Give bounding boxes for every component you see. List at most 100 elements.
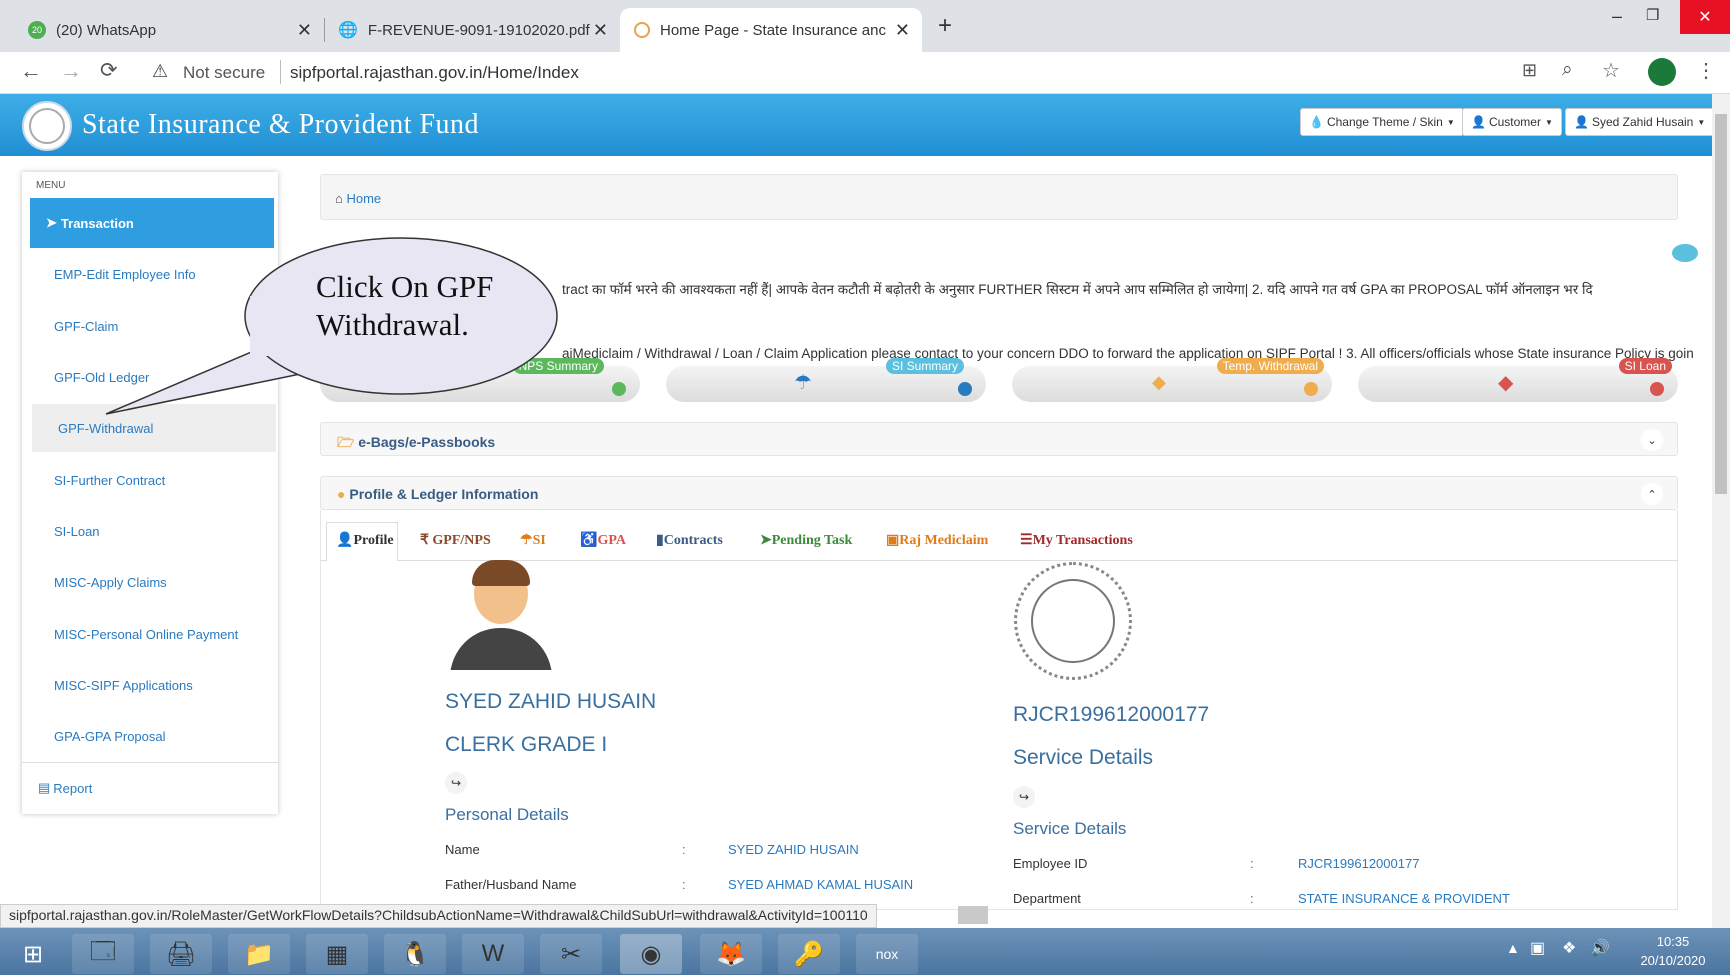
whatsapp-icon: 20 bbox=[28, 21, 46, 39]
tab-contracts[interactable]: ▮Contracts bbox=[656, 532, 723, 549]
change-theme-button[interactable]: 💧 Change Theme / Skin ▼ bbox=[1300, 108, 1464, 136]
close-tab-icon[interactable]: ✕ bbox=[895, 20, 910, 41]
close-window-icon[interactable]: ✕ bbox=[1680, 0, 1730, 34]
employee-name: SYED ZAHID HUSAIN bbox=[445, 690, 657, 713]
droplet-icon: 💧 bbox=[1309, 115, 1324, 129]
medkit-icon: ▣ bbox=[886, 533, 900, 548]
share-icon[interactable]: ↪ bbox=[1013, 786, 1035, 808]
scanner-icon[interactable]: 🖨 bbox=[150, 934, 212, 974]
bookmark-star-icon[interactable]: ☆ bbox=[1602, 58, 1620, 83]
warning-icon[interactable]: ⚠ bbox=[152, 61, 168, 82]
share-icon[interactable]: ↪ bbox=[445, 772, 467, 794]
plus-circle-icon[interactable] bbox=[958, 382, 972, 396]
employee-designation: CLERK GRADE I bbox=[445, 733, 608, 756]
service-details-heading: Service Details bbox=[1013, 819, 1127, 838]
panel-title: ● Profile & Ledger Information bbox=[337, 486, 539, 502]
calculator-icon[interactable]: ▦ bbox=[306, 934, 368, 974]
linux-penguin-icon[interactable]: 🐧 bbox=[384, 934, 446, 974]
list-icon: ☰ bbox=[1020, 533, 1033, 548]
browser-menu-icon[interactable]: ⋮ bbox=[1696, 58, 1716, 83]
field-value: SYED ZAHID HUSAIN bbox=[728, 842, 859, 857]
tab-my-transactions[interactable]: ☰My Transactions bbox=[1020, 532, 1133, 549]
date: 20/10/2020 bbox=[1640, 953, 1706, 968]
profile-ledger-panel-header[interactable]: ● Profile & Ledger Information ⌃ bbox=[320, 476, 1678, 510]
new-tab-button[interactable]: + bbox=[938, 12, 952, 40]
plus-circle-icon[interactable] bbox=[612, 382, 626, 396]
field-value: RJCR199612000177 bbox=[1298, 856, 1420, 871]
plus-circle-icon[interactable] bbox=[1650, 382, 1664, 396]
chrome-icon[interactable]: ◉ bbox=[620, 934, 682, 974]
reload-icon[interactable]: ⟳ bbox=[100, 58, 118, 83]
dropbox-icon[interactable]: ❖ bbox=[1562, 938, 1576, 958]
chevron-down-icon[interactable]: ⌄ bbox=[1641, 429, 1663, 451]
volume-icon[interactable]: 🔊 bbox=[1590, 938, 1610, 958]
tab-si[interactable]: ☂SI bbox=[520, 532, 546, 549]
file-explorer-icon[interactable]: 📁 bbox=[228, 934, 290, 974]
breadcrumb-home[interactable]: ⌂ Home bbox=[335, 191, 381, 206]
tag-icon: ◆ bbox=[1152, 372, 1166, 392]
user-account-button[interactable]: 👤 Syed Zahid Husain ▼ bbox=[1565, 108, 1715, 136]
temp-withdrawal-card[interactable]: ◆ Temp. Withdrawal bbox=[1012, 358, 1332, 402]
user-icon: 👤 bbox=[1574, 115, 1589, 129]
minimize-icon[interactable]: – bbox=[1612, 6, 1622, 27]
sidebar-item-misc-sipf-applications[interactable]: MISC-SIPF Applications bbox=[32, 661, 276, 709]
si-summary-card[interactable]: ☂ SI Summary bbox=[666, 358, 986, 402]
tab-raj-mediclaim[interactable]: ▣Raj Mediclaim bbox=[886, 532, 988, 549]
tab-pdf[interactable]: 🌐 F-REVENUE-9091-19102020.pdf ✕ bbox=[324, 8, 620, 52]
umbrella-icon: ☂ bbox=[520, 533, 533, 548]
globe-icon: 🌐 bbox=[338, 22, 358, 39]
desktop-icon[interactable]: 🗔 bbox=[72, 934, 134, 974]
profile-avatar bbox=[446, 558, 556, 670]
not-secure-label[interactable]: Not secure bbox=[183, 63, 265, 83]
tab-gpa[interactable]: ♿GPA bbox=[580, 532, 626, 549]
sidebar-item-misc-online-payment[interactable]: MISC-Personal Online Payment bbox=[32, 610, 276, 658]
site-logo bbox=[22, 101, 72, 151]
nox-icon[interactable]: nox bbox=[856, 934, 918, 974]
network-icon[interactable]: ▣ bbox=[1530, 938, 1545, 958]
plus-circle-icon[interactable] bbox=[1304, 382, 1318, 396]
snipping-tool-icon[interactable]: ✂ bbox=[540, 934, 602, 974]
sidebar-item-misc-apply-claims[interactable]: MISC-Apply Claims bbox=[32, 558, 276, 606]
tab-gpf-nps[interactable]: ₹ GPF/NPS bbox=[420, 532, 491, 549]
field-label: Name bbox=[445, 842, 480, 857]
status-url: sipfportal.rajasthan.gov.in/RoleMaster/G… bbox=[0, 904, 877, 928]
profile-avatar[interactable] bbox=[1648, 58, 1676, 86]
word-icon[interactable]: W bbox=[462, 934, 524, 974]
refresh-icon[interactable] bbox=[1672, 244, 1698, 262]
close-tab-icon[interactable]: ✕ bbox=[297, 20, 312, 41]
caret-down-icon: ▼ bbox=[1446, 117, 1455, 127]
time: 10:35 bbox=[1656, 934, 1690, 949]
zoom-icon[interactable]: ⌕ bbox=[1562, 59, 1573, 81]
clock[interactable]: 10:35 20/10/2020 bbox=[1640, 934, 1706, 968]
sidebar-item-si-loan[interactable]: SI-Loan bbox=[32, 507, 276, 555]
horizontal-scrollbar[interactable] bbox=[958, 906, 988, 924]
tab-whatsapp[interactable]: 20 (20) WhatsApp ✕ bbox=[14, 8, 325, 52]
key-app-icon[interactable]: 🔑 bbox=[778, 934, 840, 974]
sidebar-item-si-further-contract[interactable]: SI-Further Contract bbox=[32, 456, 276, 504]
tab-pending-task[interactable]: ➤Pending Task bbox=[760, 532, 852, 549]
windows-start-icon[interactable]: ⊞ bbox=[2, 934, 64, 974]
page-scrollbar[interactable] bbox=[1712, 94, 1730, 928]
sidebar-item-gpa-proposal[interactable]: GPA-GPA Proposal bbox=[32, 712, 276, 760]
wheelchair-icon: ♿ bbox=[580, 533, 598, 548]
sidebar-item-report[interactable]: ▤ Report bbox=[32, 764, 276, 812]
restore-icon[interactable]: ❐ bbox=[1646, 6, 1659, 24]
back-icon[interactable]: ← bbox=[20, 58, 42, 84]
tray-chevron-icon[interactable]: ▲ bbox=[1506, 940, 1520, 956]
firefox-icon[interactable]: 🦊 bbox=[700, 934, 762, 974]
customer-button[interactable]: 👤 Customer ▼ bbox=[1462, 108, 1562, 136]
close-tab-icon[interactable]: ✕ bbox=[593, 20, 608, 41]
tab-profile[interactable]: 👤Profile bbox=[336, 532, 394, 549]
url-input[interactable]: sipfportal.rajasthan.gov.in/Home/Index bbox=[290, 63, 579, 83]
tab-home-page[interactable]: Home Page - State Insurance anc ✕ bbox=[620, 8, 922, 52]
paper-plane-icon: ➤ bbox=[46, 215, 57, 230]
card-label: SI Loan bbox=[1618, 358, 1672, 374]
document-icon: ▮ bbox=[656, 533, 664, 548]
site-title: State Insurance & Provident Fund bbox=[82, 109, 480, 140]
field-label: Department bbox=[1013, 891, 1081, 906]
forward-icon[interactable]: → bbox=[60, 58, 82, 84]
translate-icon[interactable]: ⊞ bbox=[1522, 60, 1537, 81]
info-icon: ● bbox=[337, 486, 346, 502]
chevron-up-icon[interactable]: ⌃ bbox=[1641, 483, 1663, 505]
si-loan-card[interactable]: ◆ SI Loan bbox=[1358, 358, 1678, 402]
